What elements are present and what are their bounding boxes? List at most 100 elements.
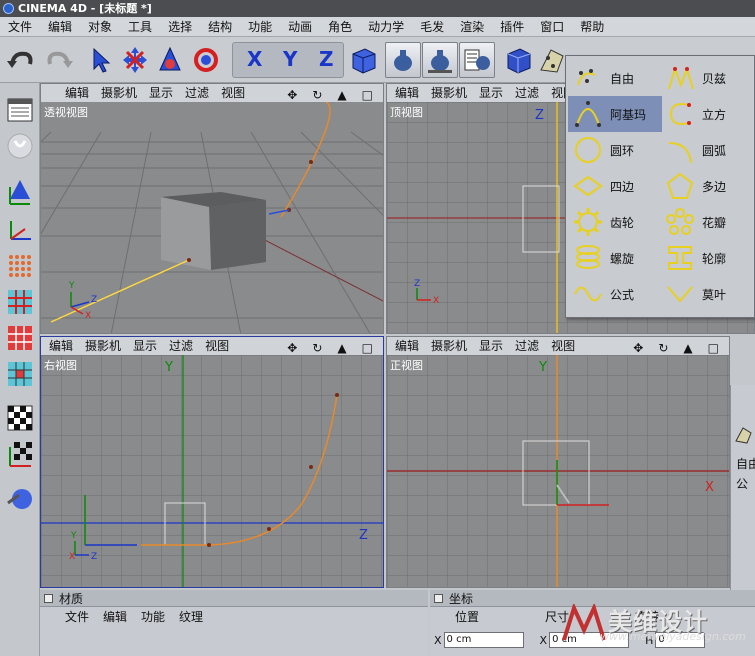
- spline-item-profile[interactable]: 轮廓: [660, 240, 754, 276]
- mat-menu-functions[interactable]: 功能: [134, 608, 172, 625]
- texture-axis-button[interactable]: [3, 401, 37, 435]
- vp-menu-camera[interactable]: 摄影机: [95, 84, 143, 102]
- spline-item-cubic[interactable]: 立方: [660, 96, 754, 132]
- vp-menu-camera[interactable]: 摄影机: [425, 84, 473, 102]
- perspective-viewport[interactable]: 编辑 摄影机 显示 过滤 视图 ✥ ↻ ▲ □ 透视视图 Y Z X: [40, 83, 384, 334]
- menu-edit[interactable]: 编辑: [40, 17, 80, 37]
- edges-tool-button[interactable]: [3, 213, 37, 247]
- world-coordinates-button[interactable]: [345, 42, 381, 78]
- texture-grid-icon: [8, 362, 32, 386]
- use-model-tool-button[interactable]: [3, 93, 37, 127]
- vp-menu-filter[interactable]: 过滤: [163, 337, 199, 355]
- gizmo-x-label: X: [433, 296, 439, 306]
- menu-functions[interactable]: 功能: [240, 17, 280, 37]
- front-viewport[interactable]: 编辑 摄影机 显示 过滤 视图 ✥ ↻ ▲ □ 正视图 Y X: [386, 336, 730, 588]
- vp-menu-view[interactable]: 视图: [545, 337, 581, 355]
- workplane-button[interactable]: [3, 437, 37, 471]
- deformer-mode-button[interactable]: [3, 481, 37, 515]
- points-axis-icon: [9, 180, 30, 205]
- mat-menu-file[interactable]: 文件: [58, 608, 96, 625]
- vp-menu-camera[interactable]: 摄影机: [425, 337, 473, 355]
- gizmo-y-label: Y: [70, 531, 77, 541]
- move-tool-button[interactable]: [117, 42, 153, 78]
- mat-menu-edit[interactable]: 编辑: [96, 608, 134, 625]
- spline-item-arc[interactable]: 圆弧: [660, 132, 754, 168]
- render-view-button[interactable]: [385, 42, 421, 78]
- menu-file[interactable]: 文件: [0, 17, 40, 37]
- menu-window[interactable]: 窗口: [532, 17, 572, 37]
- spline-item-flower[interactable]: 花瓣: [660, 204, 754, 240]
- coord-header-position: 位置: [455, 609, 480, 624]
- spline-item-bezier[interactable]: 贝兹: [660, 60, 754, 96]
- menu-objects[interactable]: 对象: [80, 17, 120, 37]
- mat-menu-texture[interactable]: 纹理: [172, 608, 210, 625]
- vp-menu-view[interactable]: 视图: [199, 337, 235, 355]
- perspective-scene: Y Z X: [41, 102, 383, 333]
- vp-menu-display[interactable]: 显示: [473, 337, 509, 355]
- vp-menu-filter[interactable]: 过滤: [509, 337, 545, 355]
- scale-tool-button[interactable]: [152, 42, 188, 78]
- vp-menu-display[interactable]: 显示: [473, 84, 509, 102]
- menu-tools[interactable]: 工具: [120, 17, 160, 37]
- right-canvas[interactable]: 右视图 Y Z Y Z X: [41, 355, 383, 587]
- points-tool-button[interactable]: [3, 175, 37, 209]
- position-x-field[interactable]: 0 cm: [443, 632, 524, 648]
- spline-item-circle[interactable]: 圆环: [568, 132, 662, 168]
- menu-help[interactable]: 帮助: [572, 17, 612, 37]
- axis-y-label: Y: [538, 360, 547, 375]
- right-viewport[interactable]: 编辑 摄影机 显示 过滤 视图 ✥ ↻ ▲ □ 右视图 Y Z Y Z X: [40, 336, 384, 588]
- edges-axis-icon: [10, 221, 31, 240]
- cursor-arrow-icon: [93, 47, 111, 73]
- arc-spline-icon: [664, 134, 696, 166]
- menu-dynamics[interactable]: 动力学: [360, 17, 412, 37]
- menu-hair[interactable]: 毛发: [412, 17, 452, 37]
- spline-item-helix[interactable]: 螺旋: [568, 240, 662, 276]
- vp-menu-edit[interactable]: 编辑: [389, 84, 425, 102]
- spline-item-freehand[interactable]: 自由: [568, 60, 662, 96]
- edge-mode-button[interactable]: [3, 285, 37, 319]
- y-axis-lock-button[interactable]: Y: [273, 45, 305, 77]
- menu-structure[interactable]: 结构: [200, 17, 240, 37]
- menu-animation[interactable]: 动画: [280, 17, 320, 37]
- vp-menu-filter[interactable]: 过滤: [179, 84, 215, 102]
- object-tool-button[interactable]: [3, 129, 37, 163]
- vp-menu-edit[interactable]: 编辑: [389, 337, 425, 355]
- menu-render[interactable]: 渲染: [452, 17, 492, 37]
- menu-character[interactable]: 角色: [320, 17, 360, 37]
- spline-item-polygon[interactable]: 多边: [660, 168, 754, 204]
- panel-toggle-icon[interactable]: [44, 593, 53, 603]
- object-name-label: 自由: [736, 457, 755, 471]
- undo-button[interactable]: [2, 42, 38, 78]
- rotate-tool-button[interactable]: [188, 42, 224, 78]
- panel-toggle-icon[interactable]: [434, 593, 443, 603]
- vp-menu-edit[interactable]: 编辑: [43, 337, 79, 355]
- vp-menu-camera[interactable]: 摄影机: [79, 337, 127, 355]
- cinema4d-app-icon: [3, 3, 14, 14]
- redo-button[interactable]: [42, 42, 78, 78]
- vp-menu-display[interactable]: 显示: [127, 337, 163, 355]
- spline-item-cissoid[interactable]: 莫叶: [660, 276, 754, 312]
- sphere-tweak-icon: [7, 489, 32, 509]
- vp-menu-view[interactable]: 视图: [215, 84, 251, 102]
- texture-mode-button[interactable]: [3, 357, 37, 391]
- vp-menu-display[interactable]: 显示: [143, 84, 179, 102]
- x-axis-lock-button[interactable]: X: [237, 45, 269, 77]
- spline-item-cog[interactable]: 齿轮: [568, 204, 662, 240]
- spline-item-formula[interactable]: 公式: [568, 276, 662, 312]
- menu-selection[interactable]: 选择: [160, 17, 200, 37]
- render-settings-button[interactable]: [459, 42, 495, 78]
- gizmo-z-label: Z: [91, 295, 97, 305]
- vp-menu-filter[interactable]: 过滤: [509, 84, 545, 102]
- vp-menu-edit[interactable]: 编辑: [59, 84, 95, 102]
- spline-item-akima[interactable]: 阿基玛: [568, 96, 662, 132]
- cube-object-button[interactable]: [500, 42, 536, 78]
- menu-plugins[interactable]: 插件: [492, 17, 532, 37]
- spline-item-rectangle[interactable]: 四边: [568, 168, 662, 204]
- front-canvas[interactable]: 正视图 Y X: [387, 355, 729, 587]
- live-select-button[interactable]: [82, 42, 118, 78]
- polygons-tool-button[interactable]: [3, 249, 37, 283]
- render-picture-viewer-button[interactable]: [422, 42, 458, 78]
- z-axis-lock-button[interactable]: Z: [309, 45, 341, 77]
- perspective-canvas[interactable]: 透视视图 Y Z X: [41, 102, 383, 333]
- polygon-mode-button[interactable]: [3, 321, 37, 355]
